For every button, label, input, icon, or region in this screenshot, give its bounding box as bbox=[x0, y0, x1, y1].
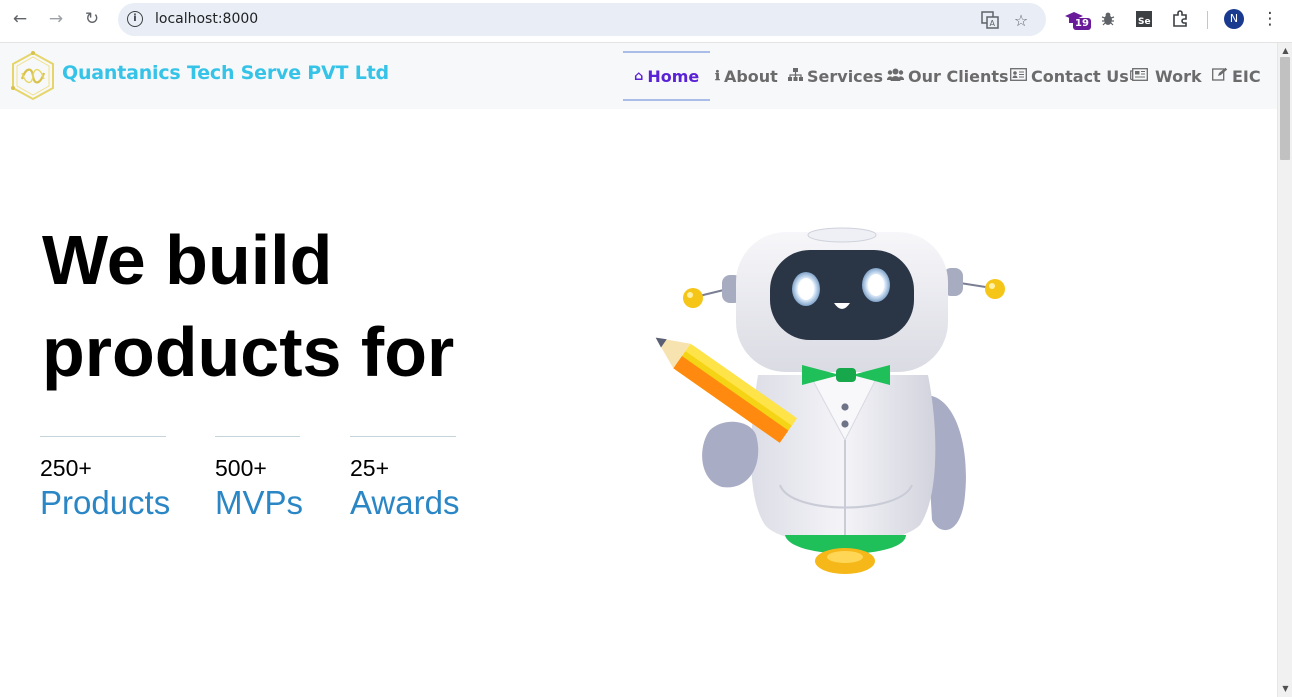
selenium-icon[interactable]: Se bbox=[1133, 8, 1155, 30]
nav-work-label: Work bbox=[1155, 66, 1202, 86]
svg-text:A: A bbox=[990, 19, 996, 28]
url-text[interactable]: localhost:8000 bbox=[155, 11, 258, 27]
nav-eic[interactable]: EIC bbox=[1212, 51, 1261, 101]
stat-number: 250+ bbox=[40, 455, 92, 481]
nav-home-label: Home bbox=[647, 66, 700, 86]
extension-icon-graduation[interactable]: 19 bbox=[1063, 8, 1091, 30]
stat-label: MVPs bbox=[215, 484, 304, 521]
translate-icon[interactable]: A bbox=[980, 10, 1000, 30]
bug-icon[interactable] bbox=[1097, 8, 1119, 30]
stat-mvps: 500+ MVPs bbox=[215, 436, 304, 523]
page-scrollbar[interactable]: ▲ ▼ bbox=[1277, 43, 1292, 697]
extensions-puzzle-icon[interactable] bbox=[1169, 8, 1191, 30]
browser-toolbar: ← → ↻ i localhost:8000 A ☆ 19 Se N ⋮ bbox=[0, 0, 1292, 43]
stat-number: 500+ bbox=[215, 455, 267, 481]
hero-title-line1: We build bbox=[42, 221, 333, 299]
address-card-icon bbox=[1010, 67, 1027, 85]
nav-services[interactable]: Services bbox=[788, 51, 883, 101]
nav-contact-us-label: Contact Us bbox=[1031, 66, 1129, 86]
sitemap-icon bbox=[788, 67, 803, 85]
address-bar[interactable]: i localhost:8000 A ☆ bbox=[118, 3, 1046, 36]
users-icon bbox=[886, 68, 905, 85]
company-logo[interactable] bbox=[10, 51, 56, 101]
hero-title-line2: products for bbox=[42, 313, 455, 391]
nav-contact-us[interactable]: Contact Us bbox=[1010, 51, 1129, 101]
browser-menu-icon[interactable]: ⋮ bbox=[1260, 8, 1280, 30]
scroll-down-arrow-icon[interactable]: ▼ bbox=[1278, 683, 1292, 695]
nav-work[interactable]: Work bbox=[1130, 51, 1202, 101]
newspaper-icon bbox=[1130, 67, 1148, 85]
reload-icon[interactable]: ↻ bbox=[80, 8, 104, 30]
scroll-thumb[interactable] bbox=[1280, 57, 1290, 160]
robot-illustration bbox=[640, 225, 1010, 585]
info-icon: ℹ bbox=[715, 68, 720, 84]
bookmark-star-icon[interactable]: ☆ bbox=[1011, 10, 1031, 30]
nav-our-clients-label: Our Clients bbox=[908, 66, 1009, 86]
toolbar-divider bbox=[1207, 11, 1208, 29]
nav-about[interactable]: ℹ About bbox=[715, 51, 778, 101]
stat-label: Products bbox=[40, 484, 171, 521]
nav-home[interactable]: ⌂ Home bbox=[623, 51, 711, 101]
edit-icon bbox=[1212, 67, 1228, 85]
stat-label: Awards bbox=[350, 484, 460, 521]
back-arrow-icon[interactable]: ← bbox=[8, 8, 32, 30]
stat-awards: 25+ Awards bbox=[350, 436, 460, 523]
brand-name[interactable]: Quantanics Tech Serve PVT Ltd bbox=[62, 62, 389, 84]
nav-our-clients[interactable]: Our Clients bbox=[886, 51, 1009, 101]
site-info-icon[interactable]: i bbox=[127, 11, 143, 27]
nav-services-label: Services bbox=[807, 66, 884, 86]
hero-title: We build products for bbox=[42, 214, 512, 398]
svg-text:Se: Se bbox=[1138, 17, 1151, 27]
home-icon: ⌂ bbox=[634, 68, 644, 84]
site-header: Quantanics Tech Serve PVT Ltd ⌂ Home ℹ A… bbox=[0, 43, 1277, 109]
extension-badge: 19 bbox=[1073, 18, 1091, 30]
forward-arrow-icon[interactable]: → bbox=[44, 8, 68, 30]
nav-eic-label: EIC bbox=[1232, 66, 1261, 86]
stat-number: 25+ bbox=[350, 455, 390, 481]
nav-about-label: About bbox=[723, 66, 778, 86]
scroll-up-arrow-icon[interactable]: ▲ bbox=[1278, 45, 1292, 57]
stat-products: 250+ Products bbox=[40, 436, 171, 523]
profile-avatar[interactable]: N bbox=[1224, 9, 1244, 29]
